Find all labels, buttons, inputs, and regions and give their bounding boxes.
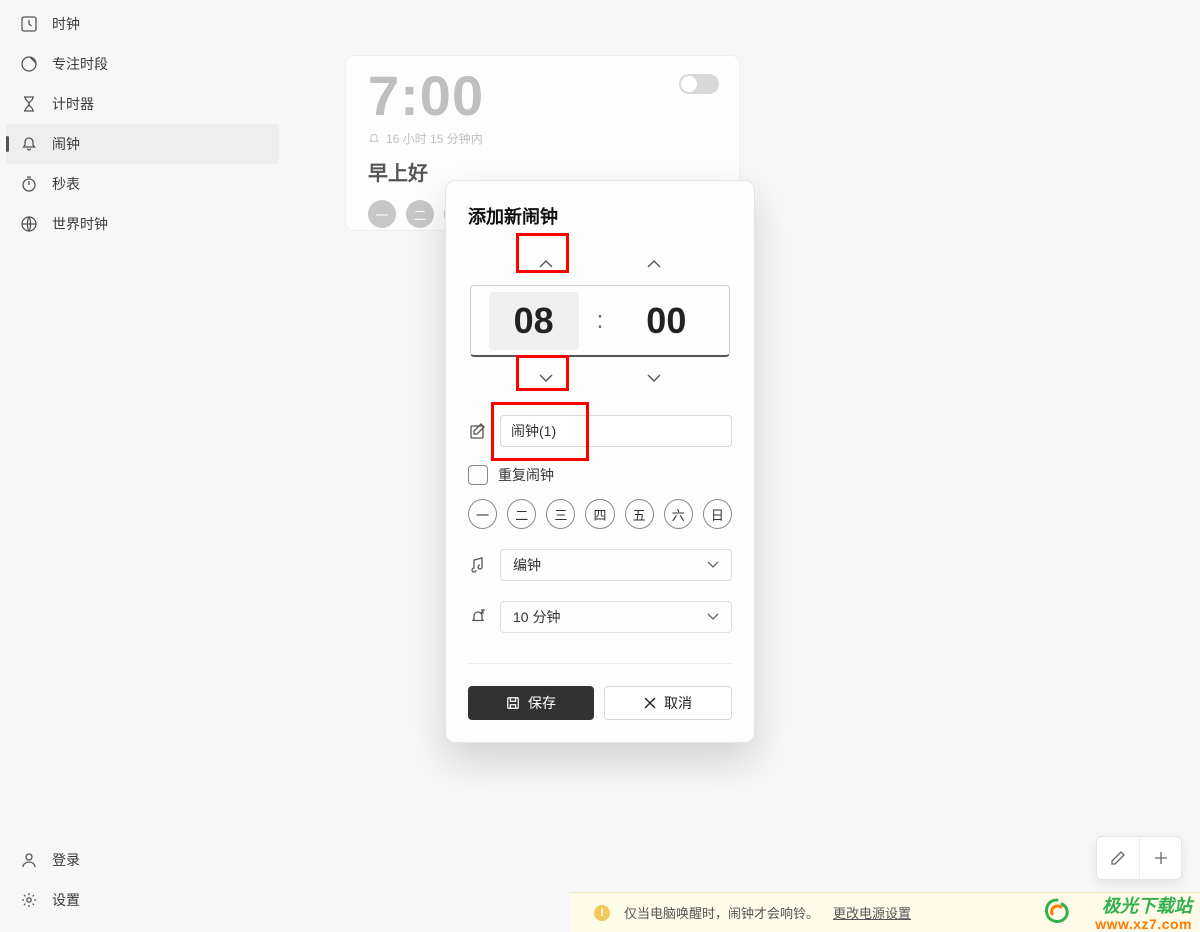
bell-small-icon (368, 133, 380, 145)
time-colon: : (597, 307, 604, 335)
close-icon (644, 697, 656, 709)
week-day-sun[interactable]: 日 (703, 499, 732, 529)
sound-value: 编钟 (513, 555, 541, 575)
save-icon (506, 696, 520, 710)
music-note-icon (468, 555, 488, 575)
save-label: 保存 (528, 693, 556, 713)
sidebar-label: 时钟 (52, 14, 80, 34)
hour-up-button[interactable] (522, 249, 570, 279)
edit-alarms-button[interactable] (1097, 837, 1139, 879)
fab-group (1096, 836, 1182, 880)
globe-icon (20, 215, 38, 233)
week-day-thu[interactable]: 四 (585, 499, 614, 529)
minute-value[interactable]: 00 (621, 300, 711, 342)
save-button[interactable]: 保存 (468, 686, 594, 720)
hourglass-icon (20, 95, 38, 113)
sidebar-label: 计时器 (52, 94, 94, 114)
snooze-row: 10 分钟 (468, 601, 732, 633)
minute-up-button[interactable] (630, 249, 678, 279)
chevron-up-icon (539, 260, 553, 268)
sound-select[interactable]: 编钟 (500, 549, 732, 581)
sidebar-label: 闹钟 (52, 134, 80, 154)
sidebar-label: 秒表 (52, 174, 80, 194)
week-day-tue[interactable]: 二 (507, 499, 536, 529)
add-alarm-dialog: 添加新闹钟 08 : 00 (445, 180, 755, 743)
minute-down-button[interactable] (630, 363, 678, 393)
sidebar-item-login[interactable]: 登录 (0, 840, 285, 880)
notification-bar: ! 仅当电脑唤醒时，闹钟才会响铃。 更改电源设置 (570, 892, 1200, 932)
week-day-row: 一 二 三 四 五 六 日 (468, 499, 732, 529)
snooze-value: 10 分钟 (513, 607, 560, 627)
sidebar-label: 设置 (52, 890, 80, 910)
alarm-meta: 16 小时 15 分钟内 (368, 130, 717, 147)
snooze-select[interactable]: 10 分钟 (500, 601, 732, 633)
sidebar-item-worldclock[interactable]: 世界时钟 (0, 204, 285, 244)
cancel-label: 取消 (664, 693, 692, 713)
cancel-button[interactable]: 取消 (604, 686, 732, 720)
sidebar-label: 专注时段 (52, 54, 108, 74)
sidebar-item-stopwatch[interactable]: 秒表 (0, 164, 285, 204)
repeat-label: 重复闹钟 (498, 465, 554, 485)
alarm-name-input[interactable] (500, 415, 732, 447)
week-day-sat[interactable]: 六 (664, 499, 693, 529)
notification-text: 仅当电脑唤醒时，闹钟才会响铃。 (624, 903, 819, 922)
repeat-checkbox[interactable] (468, 465, 488, 485)
week-day-wed[interactable]: 三 (546, 499, 575, 529)
sidebar-item-settings[interactable]: 设置 (0, 880, 285, 920)
alarm-remaining: 16 小时 15 分钟内 (386, 130, 483, 147)
week-day-fri[interactable]: 五 (625, 499, 654, 529)
week-day-mon[interactable]: 一 (468, 499, 497, 529)
sidebar: 时钟 专注时段 计时器 闹钟 秒表 世界时钟 登 (0, 0, 285, 932)
gear-icon (20, 891, 38, 909)
sidebar-item-clock[interactable]: 时钟 (0, 4, 285, 44)
dialog-footer: 保存 取消 (468, 663, 732, 742)
time-picker: 08 : 00 (468, 249, 732, 393)
sidebar-label: 登录 (52, 850, 80, 870)
hour-value[interactable]: 08 (489, 292, 579, 350)
chevron-down-icon (707, 613, 719, 621)
bell-icon (20, 135, 38, 153)
day-badge: 一 (368, 200, 396, 228)
main-area: 7:00 16 小时 15 分钟内 早上好 一 二 三 添加新闹钟 (285, 0, 1200, 932)
chevron-down-icon (707, 561, 719, 569)
stopwatch-icon (20, 175, 38, 193)
plus-icon (1153, 850, 1169, 866)
info-icon: ! (594, 905, 610, 921)
alarm-toggle[interactable] (679, 74, 719, 94)
sound-row: 编钟 (468, 549, 732, 581)
alarm-name-row (468, 415, 732, 447)
time-display-box: 08 : 00 (470, 285, 730, 357)
add-alarm-button[interactable] (1139, 837, 1181, 879)
sidebar-item-alarm[interactable]: 闹钟 (6, 124, 279, 164)
day-badge: 二 (406, 200, 434, 228)
repeat-row: 重复闹钟 (468, 465, 732, 485)
user-icon (20, 851, 38, 869)
chevron-down-icon (539, 374, 553, 382)
sidebar-label: 世界时钟 (52, 214, 108, 234)
sidebar-item-timer[interactable]: 计时器 (0, 84, 285, 124)
edit-icon (468, 421, 488, 441)
alarm-time: 7:00 (368, 68, 717, 124)
pencil-icon (1110, 850, 1126, 866)
clock-icon (20, 15, 38, 33)
dialog-title: 添加新闹钟 (468, 203, 732, 229)
sidebar-item-focus[interactable]: 专注时段 (0, 44, 285, 84)
chevron-down-icon (647, 374, 661, 382)
hour-down-button[interactable] (522, 363, 570, 393)
chevron-up-icon (647, 260, 661, 268)
power-settings-link[interactable]: 更改电源设置 (833, 903, 911, 922)
focus-icon (20, 55, 38, 73)
snooze-icon (468, 607, 488, 627)
